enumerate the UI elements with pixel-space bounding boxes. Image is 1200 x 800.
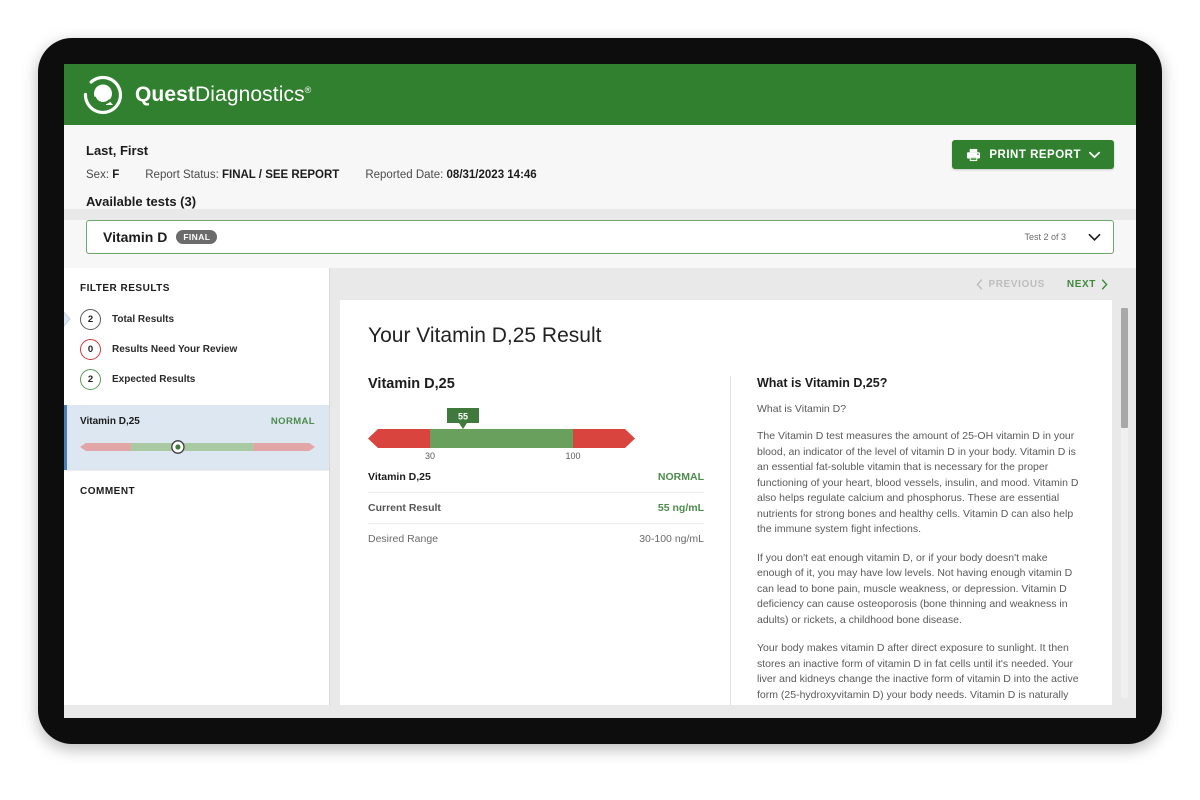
- quest-logo-icon: [83, 75, 123, 115]
- test-selector-name: Vitamin D: [103, 229, 167, 245]
- row-value: 30-100 ng/mL: [639, 533, 704, 545]
- filter-label: Total Results: [112, 314, 174, 325]
- filter-results-title: FILTER RESULTS: [64, 268, 329, 304]
- page-title: Your Vitamin D,25 Result: [368, 324, 1084, 348]
- filter-count-badge: 2: [80, 309, 101, 330]
- print-report-button[interactable]: PRINT REPORT: [952, 140, 1114, 169]
- brand-name-light: Diagnostics: [195, 83, 305, 106]
- patient-info-band: Last, First Sex: F Report Status: FINAL …: [64, 125, 1136, 209]
- available-tests-title: Available tests (3): [86, 194, 1114, 209]
- body-area: FILTER RESULTS 2 Total Results 0 Results…: [64, 268, 1136, 705]
- row-value: NORMAL: [658, 471, 704, 483]
- chevron-left-icon: [976, 279, 983, 290]
- sidebar-result-head: Vitamin D,25 NORMAL: [80, 416, 315, 427]
- report-status-value: FINAL / SEE REPORT: [222, 169, 339, 181]
- chevron-right-icon: [1101, 279, 1108, 290]
- tablet-device-frame: QuestDiagnostics® Last, First Sex: F Rep…: [38, 38, 1162, 744]
- row-label: Vitamin D,25: [368, 471, 431, 483]
- row-label: Desired Range: [368, 533, 438, 545]
- brand-trademark: ®: [305, 85, 312, 95]
- analyte-name: Vitamin D,25: [368, 376, 704, 392]
- reported-date: Reported Date: 08/31/2023 14:46: [365, 169, 536, 181]
- result-content-column: PREVIOUS NEXT Your Vitamin D,25 Result: [330, 268, 1136, 705]
- row-value: 55 ng/mL: [658, 502, 704, 514]
- next-label: NEXT: [1067, 279, 1096, 290]
- reported-date-label: Reported Date:: [365, 169, 443, 181]
- comment-title: COMMENT: [80, 486, 329, 497]
- filter-label: Results Need Your Review: [112, 344, 237, 355]
- brand-header: QuestDiagnostics®: [64, 64, 1136, 125]
- info-paragraph: If you don't eat enough vitamin D, or if…: [757, 551, 1084, 629]
- status-badge: NORMAL: [271, 416, 315, 427]
- gauge-marker-bubble: 55: [447, 408, 479, 429]
- info-paragraph: The Vitamin D test measures the amount o…: [757, 429, 1084, 538]
- next-result-button[interactable]: NEXT: [1067, 279, 1108, 290]
- svg-text:55: 55: [458, 412, 468, 422]
- brand-wordmark: QuestDiagnostics®: [135, 83, 311, 107]
- row-label: Current Result: [368, 502, 441, 514]
- previous-result-button[interactable]: PREVIOUS: [976, 279, 1044, 290]
- patient-sex: Sex: F: [86, 169, 119, 181]
- sidebar-result-name: Vitamin D,25: [80, 416, 140, 427]
- table-row: Desired Range 30-100 ng/mL: [368, 524, 704, 554]
- patient-sex-label: Sex:: [86, 169, 109, 181]
- chevron-down-icon[interactable]: [1088, 233, 1101, 242]
- print-report-label: PRINT REPORT: [989, 149, 1081, 161]
- filter-sidebar: FILTER RESULTS 2 Total Results 0 Results…: [64, 268, 330, 705]
- test-status-badge: FINAL: [176, 230, 217, 245]
- test-selector-vitamin-d[interactable]: Vitamin D FINAL Test 2 of 3: [86, 220, 1114, 254]
- brand-name-bold: Quest: [135, 83, 195, 106]
- printer-icon: [966, 148, 981, 162]
- filter-item-needs-review[interactable]: 0 Results Need Your Review: [64, 334, 329, 364]
- result-values-column: Vitamin D,25 55: [368, 376, 730, 705]
- result-columns: Vitamin D,25 55: [368, 376, 1084, 705]
- info-heading: What is Vitamin D,25?: [757, 376, 1084, 390]
- report-status: Report Status: FINAL / SEE REPORT: [145, 169, 339, 181]
- result-detail-card: Your Vitamin D,25 Result Vitamin D,25 55: [340, 300, 1112, 705]
- result-navigation: PREVIOUS NEXT: [330, 268, 1136, 300]
- mini-result-gauge: [80, 440, 315, 454]
- gauge-tick-low: 30: [425, 451, 435, 460]
- reference-range-gauge: 55 30 100: [368, 408, 635, 460]
- selected-indicator-icon: [64, 308, 77, 330]
- filter-item-total-results[interactable]: 2 Total Results: [64, 304, 329, 334]
- patient-meta-row: Sex: F Report Status: FINAL / SEE REPORT…: [86, 169, 1114, 181]
- comment-section: COMMENT: [64, 470, 329, 512]
- chevron-down-icon: [1089, 151, 1100, 159]
- report-status-label: Report Status:: [145, 169, 219, 181]
- table-row: Vitamin D,25 NORMAL: [368, 462, 704, 493]
- filter-item-expected-results[interactable]: 2 Expected Results: [64, 364, 329, 394]
- result-explanation-column: What is Vitamin D,25? What is Vitamin D?…: [731, 376, 1084, 705]
- table-row: Current Result 55 ng/mL: [368, 493, 704, 524]
- test-counter: Test 2 of 3: [1024, 232, 1066, 242]
- previous-label: PREVIOUS: [988, 279, 1044, 290]
- filter-label: Expected Results: [112, 374, 195, 385]
- test-selector-wrap: Vitamin D FINAL Test 2 of 3: [64, 220, 1136, 268]
- sidebar-result-item-vitamin-d25[interactable]: Vitamin D,25 NORMAL: [64, 405, 329, 470]
- info-subheading: What is Vitamin D?: [757, 403, 1084, 415]
- patient-sex-value: F: [112, 169, 119, 181]
- tablet-screen: QuestDiagnostics® Last, First Sex: F Rep…: [64, 64, 1136, 718]
- filter-count-badge: 2: [80, 369, 101, 390]
- reported-date-value: 08/31/2023 14:46: [447, 169, 537, 181]
- info-paragraph: Your body makes vitamin D after direct e…: [757, 641, 1084, 705]
- gauge-tick-high: 100: [565, 451, 580, 460]
- filter-count-badge: 0: [80, 339, 101, 360]
- content-scrollbar-thumb[interactable]: [1121, 308, 1128, 428]
